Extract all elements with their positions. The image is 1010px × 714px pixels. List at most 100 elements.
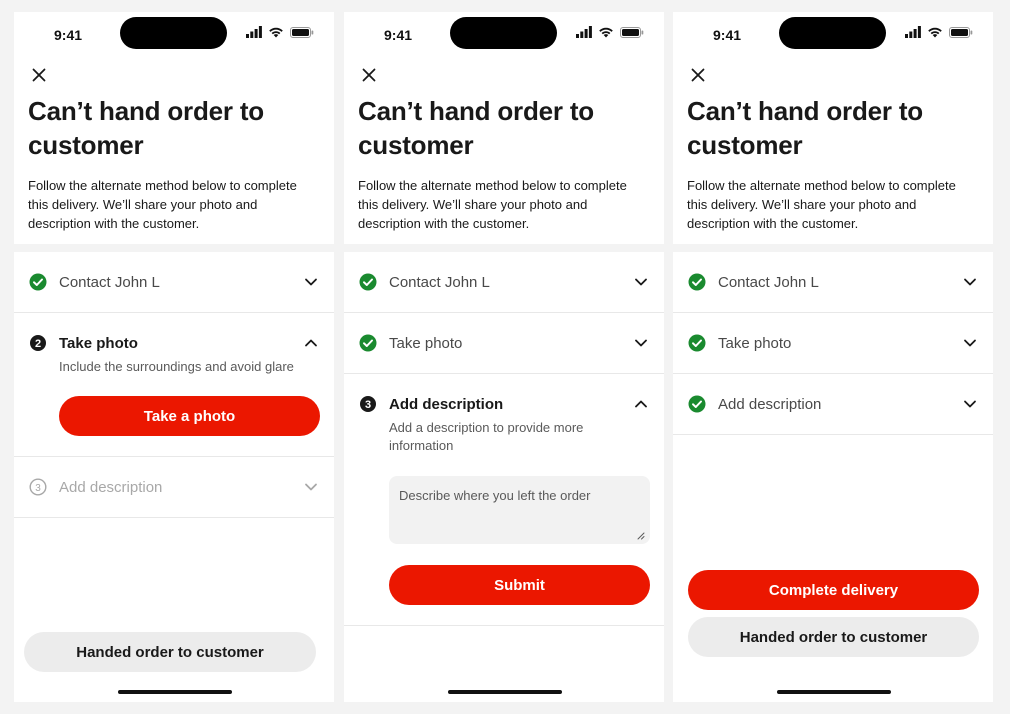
wifi-icon (269, 27, 283, 38)
step-label: Add description (718, 396, 822, 413)
wifi-icon (599, 27, 613, 38)
step-description: Include the surroundings and avoid glare (59, 359, 294, 374)
status-time: 9:41 (713, 27, 742, 43)
battery-icon (620, 27, 644, 38)
step-description-line: information (389, 438, 454, 453)
chevron-up-icon (305, 339, 317, 347)
step-label: Take photo (59, 335, 138, 352)
signal-icon (905, 26, 921, 38)
header-card: 9:41 Can’t hand order to customer Follow… (344, 12, 664, 244)
page-title-line: Can’t hand order to (358, 96, 594, 126)
chevron-down-icon (305, 278, 317, 286)
header-card: 9:41 Can’t hand order to customer Follow… (14, 12, 334, 244)
step-take-photo: Take photo (344, 313, 664, 374)
battery-icon (949, 27, 973, 38)
page-title-line: Can’t hand order to (28, 96, 264, 126)
svg-text:3: 3 (35, 483, 41, 494)
dynamic-island (450, 17, 557, 49)
chevron-up-icon (635, 400, 647, 408)
status-bar: 9:41 (673, 12, 993, 56)
handed-order-button[interactable]: Handed order to customer (24, 632, 316, 672)
page-title: Can’t hand order to customer (687, 94, 983, 162)
phone-screen-complete: 9:41 Can’t hand order to customer Follow… (673, 12, 993, 702)
chevron-down-icon (964, 400, 976, 408)
subtitle-line: this delivery. We’ll share your photo an… (358, 197, 588, 212)
page-subtitle: Follow the alternate method below to com… (28, 176, 328, 233)
chevron-down-icon (964, 278, 976, 286)
description-textarea[interactable] (389, 476, 650, 544)
chevron-down-icon (305, 483, 317, 491)
signal-icon (576, 26, 592, 38)
svg-text:2: 2 (35, 338, 41, 350)
subtitle-line: Follow the alternate method below to com… (687, 178, 956, 193)
page-title-line: Can’t hand order to (687, 96, 923, 126)
home-indicator (118, 690, 232, 694)
chevron-down-icon (635, 339, 647, 347)
step-label: Take photo (718, 335, 792, 352)
status-icons (576, 26, 646, 40)
step-contact-header[interactable]: Contact John L (673, 252, 993, 313)
close-icon (32, 68, 46, 82)
subtitle-line: Follow the alternate method below to com… (358, 178, 627, 193)
status-time: 9:41 (54, 27, 83, 43)
status-icons (905, 26, 975, 40)
step-contact-header[interactable]: Contact John L (344, 252, 664, 313)
home-indicator (777, 690, 891, 694)
chevron-down-icon (635, 278, 647, 286)
status-bar: 9:41 (14, 12, 334, 56)
step-contact-header[interactable]: Contact John L (14, 252, 334, 313)
step-label: Contact John L (718, 274, 819, 291)
submit-button[interactable]: Submit (389, 565, 650, 605)
subtitle-line: Follow the alternate method below to com… (28, 178, 297, 193)
check-circle-icon (688, 273, 706, 291)
dynamic-island (120, 17, 227, 49)
step-contact: Contact John L (673, 252, 993, 313)
close-button[interactable] (687, 64, 709, 86)
check-circle-icon (688, 395, 706, 413)
status-bar: 9:41 (344, 12, 664, 56)
step-add-description: 3 Add description Add a description to p… (344, 374, 664, 626)
check-circle-icon (359, 334, 377, 352)
complete-delivery-button[interactable]: Complete delivery (688, 570, 979, 610)
step-take-photo: 2 Take photo Include the surroundings an… (14, 313, 334, 457)
step-take-photo: Take photo (673, 313, 993, 374)
subtitle-line: this delivery. We’ll share your photo an… (687, 197, 917, 212)
page-title-line: customer (687, 130, 803, 160)
step-contact: Contact John L (344, 252, 664, 313)
handed-order-button[interactable]: Handed order to customer (688, 617, 979, 657)
step-number-icon: 3 (29, 478, 47, 496)
subtitle-line: description with the customer. (358, 216, 530, 231)
step-contact: Contact John L (14, 252, 334, 313)
svg-text:3: 3 (365, 399, 371, 411)
dynamic-island (779, 17, 886, 49)
steps-card: Contact John L 2 Take photo Include the … (14, 252, 334, 702)
step-description-line: Add a description to provide more (389, 420, 584, 435)
close-button[interactable] (358, 64, 380, 86)
status-time: 9:41 (384, 27, 413, 43)
step-label: Add description (389, 396, 504, 413)
phone-screen-add-description: 9:41 Can’t hand order to customer Follow… (344, 12, 664, 702)
step-label: Contact John L (59, 274, 160, 291)
check-circle-icon (688, 334, 706, 352)
subtitle-line: description with the customer. (687, 216, 859, 231)
step-add-description: Add description (673, 374, 993, 435)
step-description: Add a description to provide more inform… (389, 419, 644, 455)
step-take-photo-header[interactable]: Take photo (344, 313, 664, 374)
step-add-description-header[interactable]: 3 Add description (14, 457, 334, 518)
steps-card: Contact John L Take photo Add descriptio… (673, 252, 993, 702)
resize-grip-icon[interactable] (637, 532, 645, 540)
take-photo-button[interactable]: Take a photo (59, 396, 320, 436)
step-label: Add description (59, 479, 163, 496)
step-label: Take photo (389, 335, 463, 352)
step-add-description-header[interactable]: Add description (673, 374, 993, 435)
steps-card: Contact John L Take photo 3 Add descript… (344, 252, 664, 702)
close-icon (691, 68, 705, 82)
step-number-icon: 2 (30, 335, 46, 351)
page-title: Can’t hand order to customer (28, 94, 324, 162)
page-subtitle: Follow the alternate method below to com… (358, 176, 658, 233)
step-label: Contact John L (389, 274, 490, 291)
close-button[interactable] (28, 64, 50, 86)
subtitle-line: description with the customer. (28, 216, 200, 231)
step-take-photo-header[interactable]: Take photo (673, 313, 993, 374)
wifi-icon (928, 27, 942, 38)
